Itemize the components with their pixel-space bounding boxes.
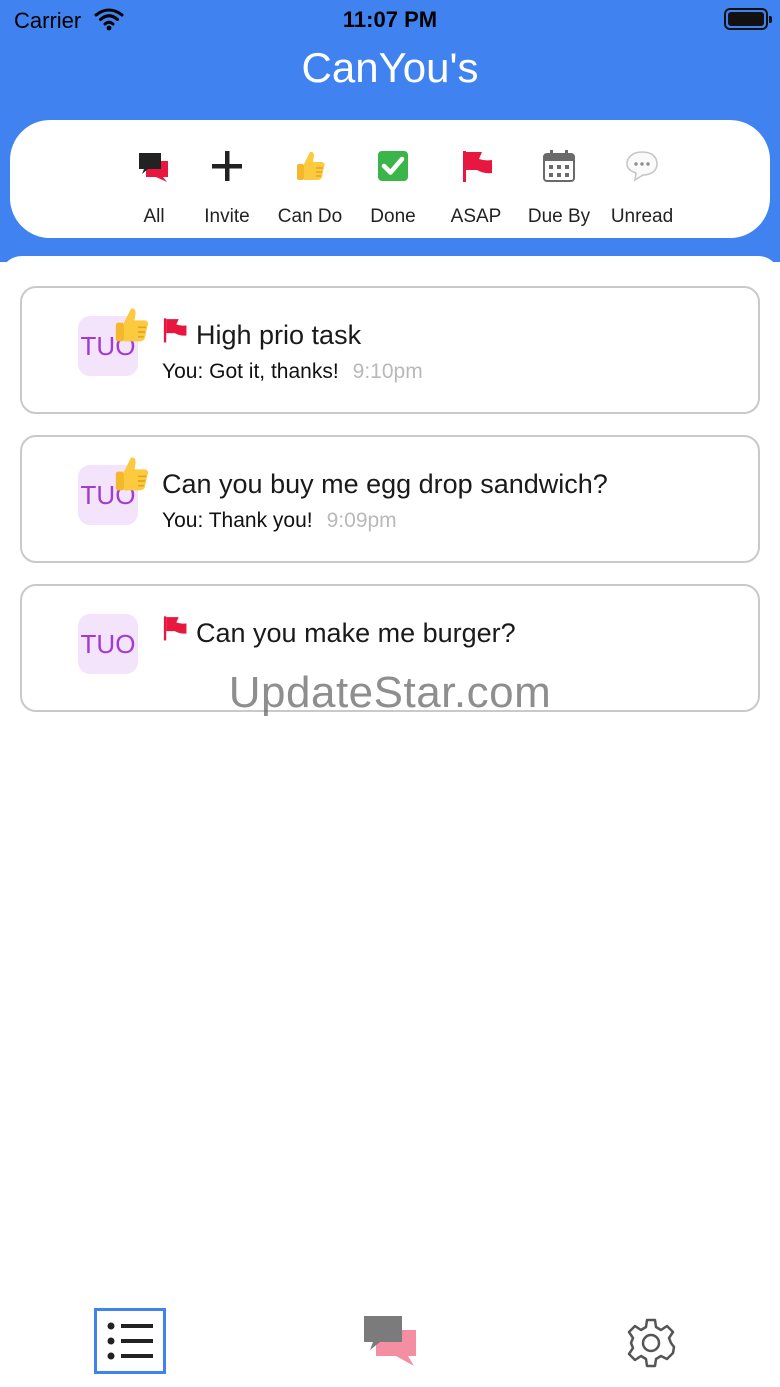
task-item[interactable]: TUO High prio task You: Got it, thanks! 9… — [20, 286, 760, 414]
battery-icon — [724, 8, 772, 30]
flag-icon — [163, 616, 187, 641]
message-time: 9:10pm — [352, 360, 423, 383]
filter-due-by[interactable]: Due By — [517, 142, 601, 232]
plus-icon — [212, 151, 242, 181]
list-icon — [107, 1322, 153, 1360]
thumbs-up-icon — [115, 457, 149, 491]
filter-unread-label: Unread — [610, 206, 674, 227]
tab-list[interactable] — [94, 1308, 166, 1374]
last-message-text: You: Thank you! — [162, 509, 313, 532]
app-header: Carrier 11:07 PM CanYou's All Invite Can… — [0, 0, 780, 262]
filter-asap[interactable]: ASAP — [434, 142, 518, 232]
task-last-message: You: Got it, thanks! 9:10pm — [162, 360, 423, 384]
message-time: 9:09pm — [326, 509, 397, 532]
chat-icon — [364, 1316, 416, 1366]
calendar-icon — [543, 150, 575, 182]
filter-invite[interactable]: Invite — [185, 142, 269, 232]
chat-bubbles-icon — [139, 153, 168, 182]
task-title: Can you buy me egg drop sandwich? — [162, 469, 608, 499]
filter-unread[interactable]: Unread — [600, 142, 684, 232]
status-bar: Carrier 11:07 PM — [0, 0, 780, 40]
task-title: Can you make me burger? — [196, 618, 516, 648]
flag-icon — [163, 318, 187, 343]
gear-icon — [627, 1318, 676, 1368]
tab-chats[interactable] — [362, 1314, 418, 1368]
filter-done[interactable]: Done — [351, 142, 435, 232]
avatar: TUO — [78, 614, 138, 674]
status-time: 11:07 PM — [342, 7, 438, 32]
task-item[interactable]: TUO Can you buy me egg drop sandwich? Yo… — [20, 435, 760, 563]
task-list: TUO High prio task You: Got it, thanks! 9… — [0, 256, 780, 1296]
last-message-text: You: Got it, thanks! — [162, 360, 339, 383]
task-last-message: You: Thank you! 9:09pm — [162, 509, 397, 533]
check-box-icon — [378, 151, 408, 181]
task-title: High prio task — [196, 320, 362, 350]
filter-bar: All Invite Can Do Done ASAP Due By Unrea… — [10, 120, 770, 238]
tab-settings[interactable] — [624, 1316, 678, 1370]
app-title: CanYou's — [301, 44, 479, 91]
thumbs-up-icon — [297, 151, 325, 180]
thumbs-up-icon — [115, 308, 149, 342]
red-flag-icon — [463, 151, 492, 182]
filter-can-do[interactable]: Can Do — [268, 142, 352, 232]
speech-bubble-icon — [626, 151, 658, 182]
watermark: UpdateStar.com — [228, 668, 552, 717]
tab-bar — [0, 1296, 780, 1387]
